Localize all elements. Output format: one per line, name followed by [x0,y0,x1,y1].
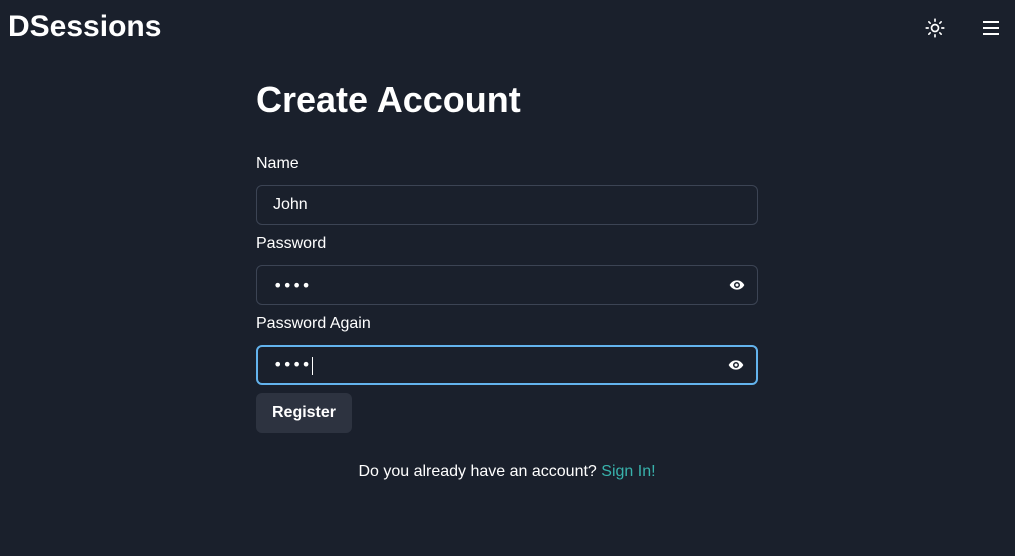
password-again-field[interactable]: •••• [256,345,758,385]
text-caret [311,356,313,375]
register-button[interactable]: Register [256,393,352,433]
password-input[interactable]: •••• [257,276,729,295]
signin-link[interactable]: Sign In! [601,463,655,480]
password-again-input[interactable]: •••• [258,355,728,375]
password-again-label: Password Again [256,315,371,332]
password-again-value: •••• [273,355,311,375]
navbar: DSessions [0,0,1015,56]
password-field[interactable]: •••• [256,265,758,305]
sun-icon[interactable] [921,14,949,42]
hamburger-menu-icon[interactable] [977,14,1005,42]
signin-prompt-text: Do you already have an account? [358,463,597,480]
brand-logo[interactable]: DSessions [8,10,161,44]
name-input[interactable] [257,186,757,224]
page-title: Create Account [256,79,521,120]
password-label: Password [256,235,327,252]
name-field[interactable] [256,185,758,225]
name-label: Name [256,155,299,172]
signin-prompt: Do you already have an account? Sign In! [256,463,758,481]
eye-icon[interactable] [729,277,745,293]
eye-icon[interactable] [728,357,744,373]
register-form: Create Account Name Password •••• Passwo… [256,76,758,480]
